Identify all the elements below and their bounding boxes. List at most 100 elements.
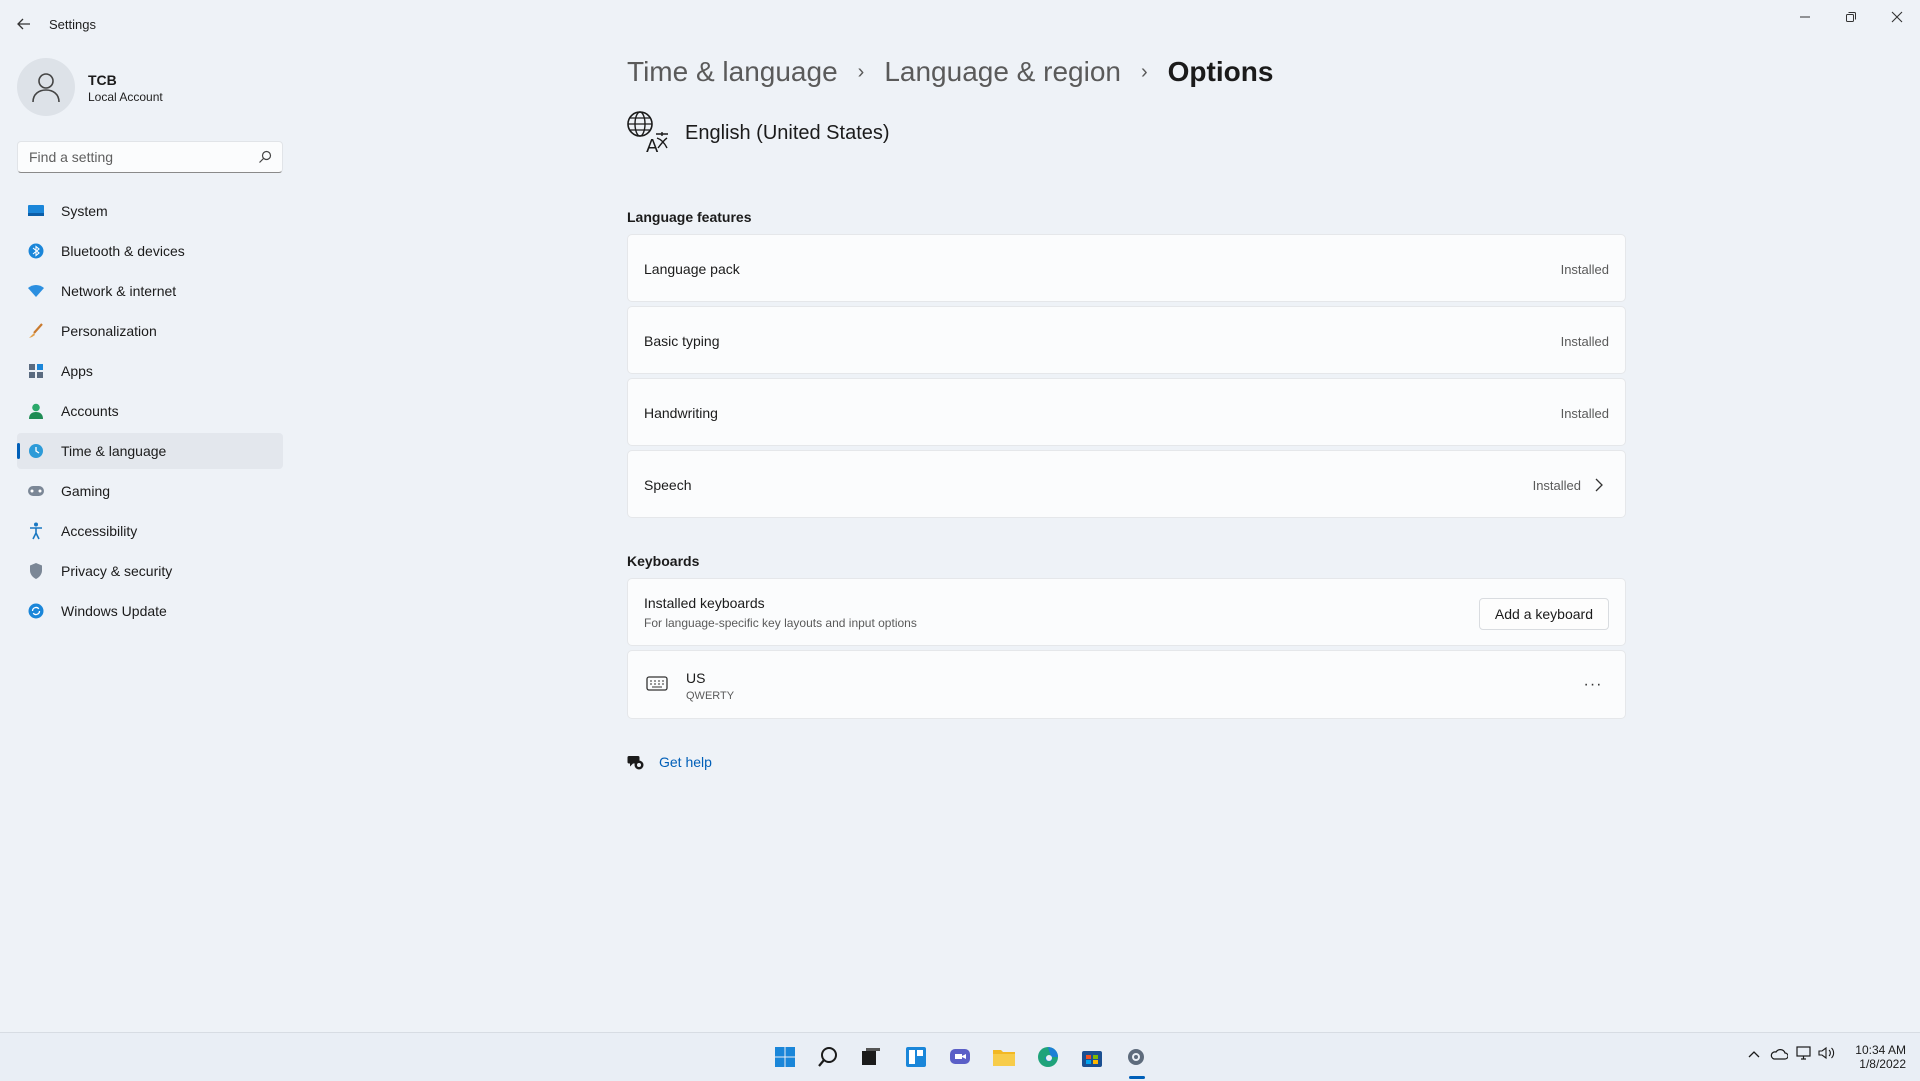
volume-tray-button[interactable] <box>1818 1046 1836 1065</box>
gamepad-icon <box>27 482 45 500</box>
breadcrumb-link-language-region[interactable]: Language & region <box>884 56 1121 88</box>
onedrive-button[interactable] <box>1770 1047 1789 1065</box>
chevron-right-icon: › <box>1140 60 1148 83</box>
profile-name: TCB <box>88 72 117 88</box>
sidebar-item-label: Gaming <box>61 483 111 499</box>
sidebar-item-label: Privacy & security <box>61 563 173 579</box>
network-tray-button[interactable] <box>1796 1046 1812 1065</box>
search-icon <box>818 1047 837 1067</box>
keyboard-row-us: US QWERTY ··· <box>627 650 1626 719</box>
close-icon <box>1891 11 1903 23</box>
sidebar-item-label: Apps <box>61 363 93 379</box>
store-button[interactable] <box>1078 1043 1106 1071</box>
sidebar-item-label: Accounts <box>61 403 119 419</box>
start-icon <box>775 1047 795 1067</box>
brush-icon <box>27 322 45 340</box>
sidebar-item-network[interactable]: Network & internet <box>17 273 283 309</box>
sidebar-item-time-language[interactable]: Time & language <box>17 433 283 469</box>
task-view-icon <box>862 1048 880 1065</box>
chat-button[interactable] <box>946 1043 974 1071</box>
search-box[interactable] <box>17 141 283 173</box>
profile-account-type: Local Account <box>88 90 163 104</box>
sidebar-item-accessibility[interactable]: Accessibility <box>17 513 283 549</box>
sidebar-item-gaming[interactable]: Gaming <box>17 473 283 509</box>
sidebar-item-system[interactable]: System <box>17 193 283 229</box>
chat-icon <box>950 1049 970 1064</box>
get-help[interactable]: Get help <box>627 753 712 771</box>
edge-button[interactable] <box>1034 1043 1062 1071</box>
close-button[interactable] <box>1874 2 1920 32</box>
feature-row-basic-typing: Basic typing Installed <box>627 306 1626 374</box>
feature-status: Installed <box>1560 262 1609 277</box>
chevron-right-icon: › <box>857 60 865 83</box>
sidebar-item-label: Accessibility <box>61 523 138 539</box>
feature-status: Installed <box>1560 406 1609 421</box>
volume-icon <box>1818 1046 1835 1060</box>
minimize-button[interactable] <box>1782 2 1828 32</box>
bluetooth-icon <box>27 242 45 260</box>
edge-icon <box>1038 1047 1058 1067</box>
avatar[interactable] <box>17 58 75 116</box>
sidebar-item-apps[interactable]: Apps <box>17 353 283 389</box>
more-options-icon: ··· <box>1583 676 1603 693</box>
widgets-button[interactable] <box>902 1043 930 1071</box>
installed-keyboards-row: Installed keyboards For language-specifi… <box>627 578 1626 646</box>
sidebar-item-accounts[interactable]: Accounts <box>17 393 283 429</box>
sidebar-nav: System Bluetooth & devices Network & int… <box>17 193 283 633</box>
shield-icon <box>27 562 45 580</box>
taskbar-search-button[interactable] <box>814 1043 842 1071</box>
keyboard-icon <box>646 676 668 691</box>
taskbar: 10:34 AM 1/8/2022 <box>0 1032 1920 1081</box>
keyboard-layout: QWERTY <box>686 690 735 702</box>
sidebar-item-windows-update[interactable]: Windows Update <box>17 593 283 629</box>
add-keyboard-button[interactable]: Add a keyboard <box>1478 598 1609 630</box>
tray-overflow-button[interactable] <box>1748 1047 1760 1065</box>
feature-row-handwriting: Handwriting Installed <box>627 378 1626 446</box>
update-icon <box>27 602 45 620</box>
page-title: Options <box>1167 56 1274 87</box>
help-icon <box>627 756 644 770</box>
feature-row-speech[interactable]: Speech Installed <box>627 450 1626 518</box>
feature-label: Basic typing <box>644 333 720 349</box>
installed-keyboards-description: For language-specific key layouts and in… <box>644 616 917 630</box>
get-help-link[interactable]: Get help <box>659 754 712 770</box>
monitor-icon <box>27 202 45 220</box>
feature-status: Installed <box>1560 334 1609 349</box>
section-title-keyboards: Keyboards <box>627 553 700 569</box>
search-icon <box>259 150 272 163</box>
settings-app-button[interactable] <box>1122 1043 1150 1071</box>
sidebar-item-label: System <box>61 203 108 219</box>
language-icon: A <box>626 110 670 157</box>
breadcrumb-link-time-language[interactable]: Time & language <box>627 56 838 88</box>
tray-clock[interactable]: 10:34 AM 1/8/2022 <box>1855 1043 1906 1071</box>
clock-time: 10:34 AM <box>1855 1043 1906 1057</box>
sidebar-item-label: Personalization <box>61 323 157 339</box>
clock-date: 1/8/2022 <box>1859 1057 1906 1071</box>
section-title-language-features: Language features <box>627 209 752 225</box>
network-icon <box>1796 1046 1811 1060</box>
language-name: English (United States) <box>685 122 890 144</box>
start-button[interactable] <box>771 1043 799 1071</box>
restore-button[interactable] <box>1828 2 1874 32</box>
file-explorer-icon <box>993 1050 1015 1066</box>
feature-row-language-pack: Language pack Installed <box>627 234 1626 302</box>
file-explorer-button[interactable] <box>990 1043 1018 1071</box>
sidebar-item-personalization[interactable]: Personalization <box>17 313 283 349</box>
search-input[interactable] <box>27 142 251 172</box>
sidebar-item-label: Network & internet <box>61 283 177 299</box>
back-button[interactable] <box>12 12 36 36</box>
keyboard-more-options-button[interactable]: ··· <box>1577 669 1609 701</box>
sidebar-item-label: Time & language <box>61 443 167 459</box>
chevron-right-icon <box>1595 478 1603 492</box>
task-view-button[interactable] <box>857 1043 885 1071</box>
settings-icon <box>1128 1049 1144 1065</box>
sidebar-item-label: Windows Update <box>61 603 167 619</box>
person-icon <box>27 402 45 420</box>
apps-icon <box>27 362 45 380</box>
sidebar-item-privacy[interactable]: Privacy & security <box>17 553 283 589</box>
keyboard-name: US <box>686 670 706 686</box>
widgets-icon <box>906 1047 926 1067</box>
sidebar-item-label: Bluetooth & devices <box>61 243 185 259</box>
feature-label: Language pack <box>644 261 740 277</box>
sidebar-item-bluetooth[interactable]: Bluetooth & devices <box>17 233 283 269</box>
